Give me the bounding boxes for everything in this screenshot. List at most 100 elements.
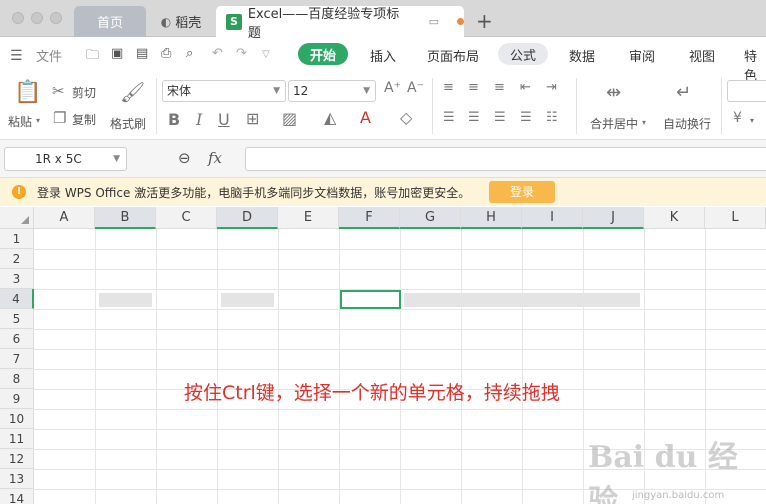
- row-header-5[interactable]: 5: [0, 309, 34, 329]
- row-header-11[interactable]: 11: [0, 429, 34, 449]
- quick-access-dropdown-icon[interactable]: ▽: [262, 49, 270, 60]
- maximize-window-button[interactable]: [50, 12, 62, 24]
- formula-input[interactable]: [245, 147, 766, 171]
- select-all-button[interactable]: [0, 207, 34, 229]
- menu-file[interactable]: 文件: [36, 46, 62, 65]
- open-folder-icon[interactable]: 🗀: [86, 46, 99, 68]
- paste-dropdown-icon[interactable]: ▾: [36, 116, 40, 125]
- clear-format-icon[interactable]: ◇: [400, 108, 412, 127]
- copy-button[interactable]: 复制: [72, 111, 96, 128]
- hamburger-menu-icon[interactable]: ☰: [10, 48, 23, 64]
- distributed-align-icon[interactable]: ☷: [546, 110, 558, 125]
- row-header-3[interactable]: 3: [0, 269, 34, 289]
- row-header-2[interactable]: 2: [0, 249, 34, 269]
- row-header-14[interactable]: 14: [0, 489, 34, 504]
- increase-font-icon[interactable]: A⁺: [384, 80, 401, 96]
- align-middle-icon[interactable]: ≡: [468, 80, 479, 95]
- wrap-text-icon[interactable]: ↵: [676, 82, 691, 103]
- redo-icon[interactable]: ↷: [236, 46, 247, 61]
- column-header-L[interactable]: L: [705, 207, 766, 229]
- row-header-12[interactable]: 12: [0, 449, 34, 469]
- align-top-icon[interactable]: ≡: [443, 80, 454, 95]
- menu-review[interactable]: 审阅: [629, 46, 655, 65]
- column-header-C[interactable]: C: [156, 207, 217, 229]
- underline-icon[interactable]: U: [218, 110, 230, 129]
- paste-button[interactable]: 粘贴: [8, 113, 32, 130]
- menu-data[interactable]: 数据: [569, 46, 595, 65]
- column-header-H[interactable]: H: [461, 207, 522, 229]
- decrease-font-icon[interactable]: A⁻: [407, 80, 424, 96]
- row-header-13[interactable]: 13: [0, 469, 34, 489]
- paste-icon[interactable]: 📋: [14, 80, 41, 105]
- column-header-I[interactable]: I: [522, 207, 583, 229]
- column-header-E[interactable]: E: [278, 207, 339, 229]
- column-header-D[interactable]: D: [217, 207, 278, 229]
- justify-icon[interactable]: ☰: [520, 110, 532, 125]
- print-icon[interactable]: ⎙: [161, 46, 171, 61]
- font-size-select[interactable]: 12 ▼: [288, 80, 376, 102]
- border-icon[interactable]: ⊞: [246, 109, 259, 128]
- number-format-select[interactable]: [727, 80, 766, 102]
- column-header-G[interactable]: G: [400, 207, 461, 229]
- menu-insert[interactable]: 插入: [370, 46, 396, 65]
- row-header-8[interactable]: 8: [0, 369, 34, 389]
- bold-icon[interactable]: B: [168, 110, 180, 129]
- new-tab-button[interactable]: +: [476, 9, 493, 33]
- indent-increase-icon[interactable]: ⇥: [546, 80, 557, 95]
- column-header-B[interactable]: B: [95, 207, 156, 229]
- selected-cell-range[interactable]: [221, 293, 274, 307]
- format-painter-button[interactable]: 格式刷: [110, 115, 146, 132]
- column-header-F[interactable]: F: [339, 207, 400, 229]
- active-cell-F4[interactable]: [340, 290, 401, 309]
- menu-page-layout[interactable]: 页面布局: [427, 46, 479, 65]
- column-header-J[interactable]: J: [583, 207, 644, 229]
- selected-cell-range[interactable]: [404, 293, 640, 307]
- font-name-select[interactable]: 宋体 ▼: [162, 80, 286, 102]
- zoom-search-icon[interactable]: ⊖: [178, 149, 191, 167]
- tab-home[interactable]: 首页: [74, 6, 146, 37]
- row-header-4[interactable]: 4: [0, 289, 34, 309]
- cut-button[interactable]: 剪切: [72, 84, 96, 101]
- row-header-9[interactable]: 9: [0, 389, 34, 409]
- align-center-icon[interactable]: ☰: [468, 110, 480, 125]
- save-icon[interactable]: ▣: [111, 46, 123, 61]
- menu-start[interactable]: 开始: [298, 43, 348, 65]
- format-painter-icon[interactable]: 🖌: [120, 80, 145, 104]
- merge-dropdown-icon[interactable]: ▾: [642, 118, 646, 127]
- selected-cell-range[interactable]: [99, 293, 152, 307]
- spreadsheet-grid[interactable]: A B C D E F G H I J K L 1 2 3 4 5 6 7 8 9 10 11 12 13 14 按住Ctrl键，…: [0, 207, 766, 504]
- row-header-7[interactable]: 7: [0, 349, 34, 369]
- monitor-icon[interactable]: ▭: [429, 15, 439, 28]
- align-bottom-icon[interactable]: ≡: [494, 80, 505, 95]
- merge-center-icon[interactable]: ⇹: [606, 82, 621, 103]
- insert-function-button[interactable]: fx: [208, 149, 222, 167]
- tab-excel-document[interactable]: S Excel——百度经验专项标题 ▭: [216, 6, 464, 41]
- close-window-button[interactable]: [12, 12, 24, 24]
- tab-daoke[interactable]: ◐ 稻壳: [148, 6, 214, 37]
- row-header-10[interactable]: 10: [0, 409, 34, 429]
- currency-button[interactable]: ¥: [733, 110, 742, 126]
- fill-color-icon[interactable]: ◭: [324, 108, 336, 127]
- undo-icon[interactable]: ↶: [212, 46, 223, 61]
- align-left-icon[interactable]: ☰: [443, 110, 455, 125]
- minimize-window-button[interactable]: [31, 12, 43, 24]
- row-header-1[interactable]: 1: [0, 229, 34, 249]
- menu-view[interactable]: 视图: [689, 46, 715, 65]
- column-header-A[interactable]: A: [34, 207, 95, 229]
- copy-icon[interactable]: ❐: [53, 109, 66, 127]
- login-button[interactable]: 登录: [489, 181, 555, 203]
- indent-decrease-icon[interactable]: ⇤: [520, 80, 531, 95]
- fill-pattern-icon[interactable]: ▨: [282, 109, 297, 128]
- currency-dropdown-icon[interactable]: ▾: [750, 116, 754, 125]
- italic-icon[interactable]: I: [196, 110, 202, 129]
- row-header-6[interactable]: 6: [0, 329, 34, 349]
- scissors-icon[interactable]: ✂: [52, 82, 65, 100]
- pdf-export-icon[interactable]: ▤: [136, 46, 148, 61]
- menu-formula[interactable]: 公式: [498, 43, 548, 65]
- column-header-K[interactable]: K: [644, 207, 705, 229]
- print-preview-icon[interactable]: ⌕: [186, 46, 193, 61]
- align-right-icon[interactable]: ☰: [494, 110, 506, 125]
- font-color-icon[interactable]: A: [360, 108, 371, 127]
- merge-center-button[interactable]: 合并居中: [590, 115, 638, 132]
- wrap-text-button[interactable]: 自动换行: [663, 115, 711, 132]
